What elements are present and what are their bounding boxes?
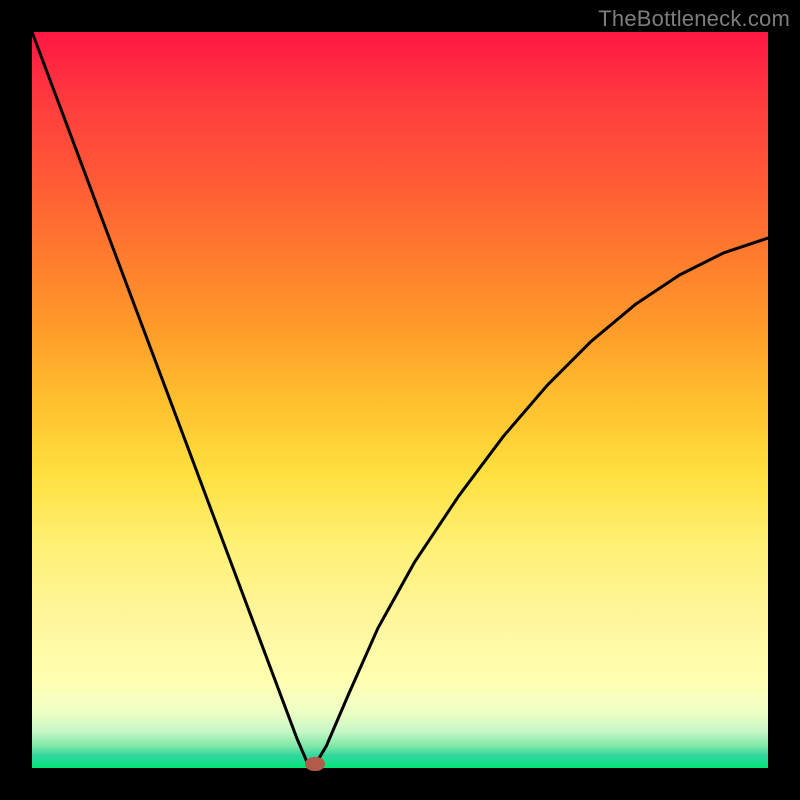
bottleneck-marker xyxy=(305,757,325,771)
line-curve xyxy=(32,32,768,768)
plot-area xyxy=(32,32,768,768)
watermark-text: TheBottleneck.com xyxy=(598,6,790,32)
chart-frame: TheBottleneck.com xyxy=(0,0,800,800)
